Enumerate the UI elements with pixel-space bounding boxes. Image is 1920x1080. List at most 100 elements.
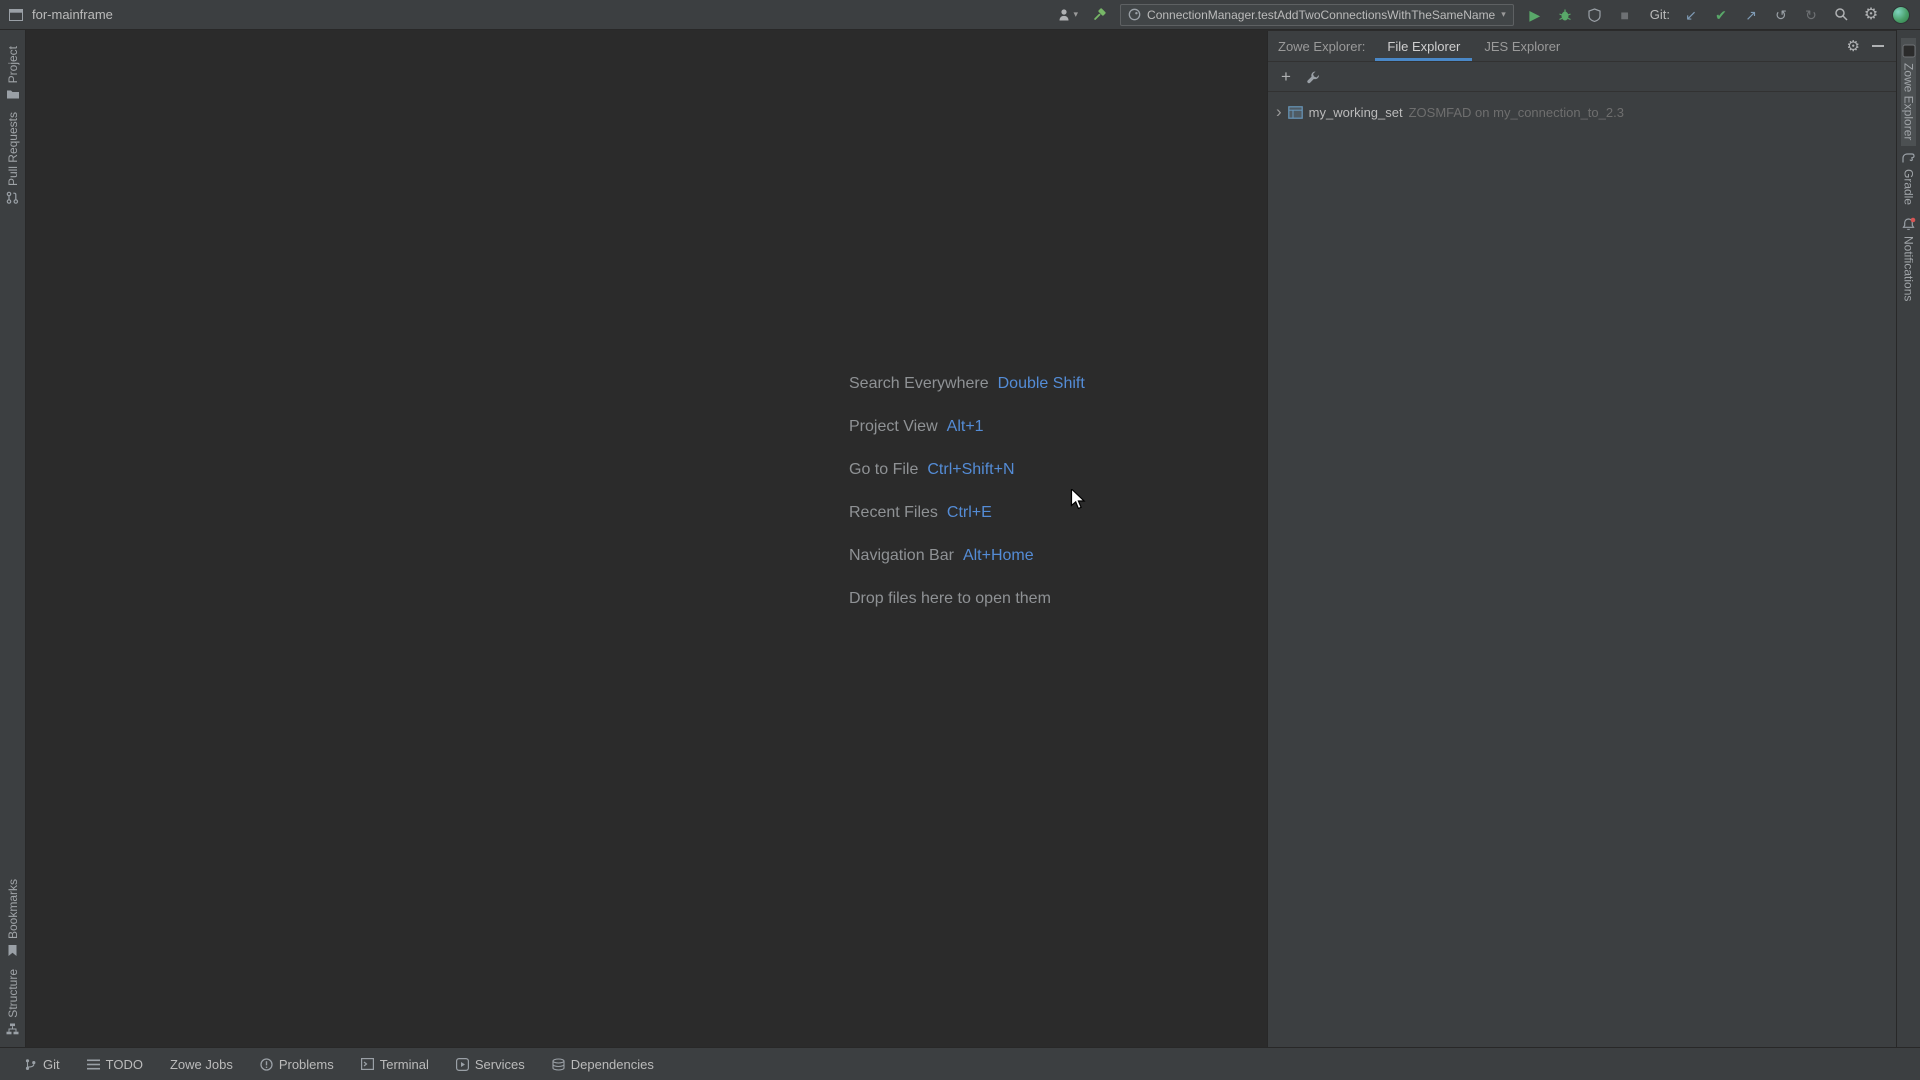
run-config-name: ConnectionManager.testAddTwoConnectionsW… <box>1147 7 1496 22</box>
pull-request-icon <box>6 191 19 205</box>
panel-settings-gear-icon[interactable]: ⚙ <box>1847 39 1860 54</box>
zowe-explorer-stripe-label: Zowe Explorer <box>1901 63 1916 141</box>
notification-bell-icon <box>1901 217 1916 231</box>
notifications-stripe-label: Notifications <box>1901 236 1916 302</box>
working-set-icon <box>1287 106 1303 119</box>
project-stripe-label: Project <box>5 46 20 84</box>
toolbutton-problems[interactable]: Problems <box>260 1057 334 1072</box>
bug-icon <box>1559 9 1571 20</box>
toolbutton-todo[interactable]: TODO <box>86 1056 143 1072</box>
bookmarks-stripe-label: Bookmarks <box>5 879 20 940</box>
sidebar-item-notifications[interactable]: Notifications <box>1901 211 1916 307</box>
working-set-detail: ZOSMFAD on my_connection_to_2.3 <box>1408 105 1624 120</box>
toolbutton-terminal[interactable]: Terminal <box>360 1056 429 1072</box>
run-button[interactable]: ▶ <box>1526 5 1544 25</box>
settings-gear-icon[interactable]: ⚙ <box>1862 5 1880 25</box>
coverage-button[interactable] <box>1586 5 1604 25</box>
stop-button[interactable]: ■ <box>1616 5 1634 25</box>
add-icon[interactable]: + <box>1281 68 1291 85</box>
hint-drop-files: Drop files here to open them <box>849 590 1051 607</box>
git-push-icon[interactable]: ↗ <box>1742 5 1760 25</box>
git-branch-icon <box>24 1058 37 1071</box>
right-tool-stripe: Zowe Explorer Gradle Notifications <box>1896 30 1920 1047</box>
sidebar-item-gradle[interactable]: Gradle <box>1901 146 1916 211</box>
editor-area[interactable]: Search Everywhere Double Shift Project Vi… <box>27 31 1267 1047</box>
toolbutton-label: Terminal <box>379 1056 429 1072</box>
shortcut-hints: Search Everywhere Double Shift Project Vi… <box>849 375 1085 633</box>
toolbutton-label: Services <box>474 1056 525 1072</box>
toolbutton-label: Zowe Jobs <box>169 1056 233 1072</box>
toolbutton-zowe-jobs[interactable]: Zowe Jobs <box>170 1057 233 1072</box>
titlebar-actions: ▾ ConnectionManager.testAddTwoConnection… <box>1058 3 1910 26</box>
mouse-cursor <box>1070 489 1086 510</box>
run-configuration-select[interactable]: ConnectionManager.testAddTwoConnectionsW… <box>1120 3 1514 26</box>
toolbutton-label: Git <box>43 1056 60 1072</box>
zowe-tool-icon <box>1902 44 1916 58</box>
git-update-icon[interactable]: ↙ <box>1682 5 1700 25</box>
problems-icon <box>260 1057 273 1071</box>
left-tool-stripe: Project Pull Requests Bookmarks Structur… <box>0 30 26 1047</box>
code-with-me-icon[interactable]: ▾ <box>1058 5 1079 25</box>
stop-icon: ■ <box>1620 6 1629 23</box>
debug-button[interactable] <box>1556 5 1574 25</box>
hint-search-everywhere: Search Everywhere Double Shift <box>849 375 1085 392</box>
title-bar: for-mainframe ▾ ConnectionManager.testAd… <box>0 0 1920 30</box>
build-hammer-icon[interactable] <box>1090 5 1108 25</box>
panel-header-actions: ⚙ <box>1847 31 1896 61</box>
run-config-icon <box>1128 8 1141 21</box>
right-stripe-top: Zowe Explorer Gradle Notifications <box>1901 38 1916 308</box>
gradle-icon <box>1901 152 1916 164</box>
shield-icon <box>1588 7 1601 22</box>
dependencies-icon <box>552 1057 565 1071</box>
toolbutton-label: Dependencies <box>570 1056 654 1072</box>
panel-title: Zowe Explorer: <box>1278 38 1366 54</box>
bottom-tool-bar: Git TODO Zowe Jobs Problems Terminal Ser… <box>0 1047 1920 1080</box>
zowe-panel-toolbar: + <box>1268 62 1896 92</box>
gradle-stripe-label: Gradle <box>1901 169 1916 206</box>
hint-go-to-file: Go to File Ctrl+Shift+N <box>849 461 1015 478</box>
tab-label: JES Explorer <box>1484 38 1561 54</box>
working-set-name: my_working_set <box>1308 105 1403 120</box>
hint-project-view: Project View Alt+1 <box>849 418 984 435</box>
sidebar-item-pull-requests[interactable]: Pull Requests <box>6 106 20 210</box>
structure-stripe-label: Structure <box>5 969 20 1018</box>
wrench-icon[interactable] <box>1306 70 1320 84</box>
toolbutton-git[interactable]: Git <box>24 1057 60 1072</box>
avatar[interactable] <box>1892 5 1910 24</box>
git-commit-check-icon[interactable]: ✔ <box>1712 5 1730 25</box>
play-icon: ▶ <box>1529 6 1541 23</box>
zowe-panel-header: Zowe Explorer: File Explorer JES Explore… <box>1268 31 1896 62</box>
git-label: Git: <box>1649 7 1670 22</box>
chevron-down-icon: ▾ <box>1501 9 1506 19</box>
toolbutton-dependencies[interactable]: Dependencies <box>552 1057 654 1072</box>
history-icon[interactable]: ↻ <box>1802 5 1820 25</box>
tree-item-working-set[interactable]: › my_working_set ZOSMFAD on my_connectio… <box>1268 101 1896 124</box>
tab-label: File Explorer <box>1387 38 1461 54</box>
search-icon[interactable] <box>1832 5 1850 25</box>
tab-file-explorer[interactable]: File Explorer <box>1375 31 1473 61</box>
chevron-down-icon: ▾ <box>1073 9 1079 19</box>
sidebar-item-bookmarks[interactable]: Bookmarks <box>6 873 20 963</box>
sidebar-item-structure[interactable]: Structure <box>6 963 20 1041</box>
structure-icon <box>6 1023 19 1035</box>
hint-navigation-bar: Navigation Bar Alt+Home <box>849 547 1034 564</box>
zowe-explorer-panel: Zowe Explorer: File Explorer JES Explore… <box>1267 31 1896 1047</box>
rollback-icon[interactable]: ↺ <box>1772 5 1790 25</box>
hide-panel-icon[interactable] <box>1872 45 1884 47</box>
services-icon <box>455 1057 469 1071</box>
chevron-right-icon[interactable]: › <box>1276 103 1282 120</box>
app-window-icon <box>8 8 24 22</box>
left-stripe-bottom: Bookmarks Structure <box>6 873 20 1041</box>
toolbutton-services[interactable]: Services <box>455 1056 525 1072</box>
pull-requests-stripe-label: Pull Requests <box>5 112 20 187</box>
hint-recent-files: Recent Files Ctrl+E <box>849 504 992 521</box>
sidebar-item-project[interactable]: Project <box>6 40 20 106</box>
folder-icon <box>6 88 20 100</box>
terminal-icon <box>360 1058 374 1070</box>
toolbutton-label: TODO <box>105 1056 143 1072</box>
project-name: for-mainframe <box>32 7 113 22</box>
todo-list-icon <box>86 1059 100 1070</box>
sidebar-item-zowe-explorer[interactable]: Zowe Explorer <box>1901 38 1916 147</box>
tab-jes-explorer[interactable]: JES Explorer <box>1472 31 1572 61</box>
zowe-tree: › my_working_set ZOSMFAD on my_connectio… <box>1268 92 1896 124</box>
